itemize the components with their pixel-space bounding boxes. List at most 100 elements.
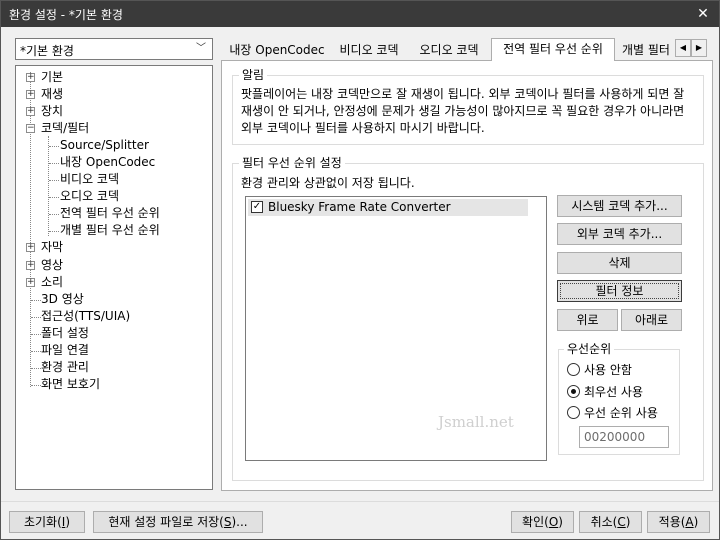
- ok-label-end: ): [558, 515, 563, 529]
- tree-item-subtitle[interactable]: 자막: [41, 239, 63, 256]
- move-up-button[interactable]: 위로: [557, 309, 618, 331]
- collapse-icon[interactable]: −: [26, 124, 35, 133]
- tree-item-profile-management[interactable]: 환경 관리: [41, 359, 89, 376]
- save-current-settings-button[interactable]: 현재 설정 파일로 저장(S)...: [93, 511, 263, 533]
- tree-line: [48, 136, 49, 236]
- tree-item-3d-video[interactable]: 3D 영상: [41, 291, 84, 308]
- cancel-label: 취소(: [590, 515, 618, 529]
- tree-line: [49, 197, 59, 198]
- chevron-right-icon[interactable]: ▶: [691, 39, 707, 57]
- tree-line: [31, 368, 41, 369]
- priority-group: 우선순위 사용 안함 최우선 사용 우선 순위 사용 00200000: [558, 342, 680, 455]
- profile-dropdown-value: *기본 환경: [20, 44, 74, 58]
- reset-label-end: ): [65, 515, 71, 529]
- tree-item-folder-settings[interactable]: 폴더 설정: [41, 325, 89, 342]
- tree-line: [31, 300, 41, 301]
- window-title: 환경 설정 - *기본 환경: [9, 8, 123, 22]
- tree-item-sound[interactable]: 소리: [41, 274, 63, 291]
- bottom-bar: 초기화(I) 현재 설정 파일로 저장(S)... 확인(O) 취소(C) 적용…: [1, 501, 719, 539]
- ok-label: 확인(: [522, 515, 549, 529]
- apply-button[interactable]: 적용(A): [647, 511, 710, 533]
- tree-item-audio-codec[interactable]: 오디오 코덱: [60, 188, 119, 205]
- list-item[interactable]: ✓ Bluesky Frame Rate Converter: [248, 199, 528, 216]
- reset-button[interactable]: 초기화(I): [9, 511, 85, 533]
- tree-line: [30, 72, 31, 387]
- radio-button-selected[interactable]: [567, 385, 580, 398]
- expand-icon[interactable]: +: [26, 278, 35, 287]
- notice-title: 알림: [239, 68, 268, 82]
- priority-option-label: 사용 안함: [584, 363, 632, 377]
- title-bar[interactable]: 환경 설정 - *기본 환경 ✕: [1, 1, 719, 27]
- tab-audio-codec[interactable]: 오디오 코덱: [411, 40, 487, 60]
- tree-line: [49, 231, 59, 232]
- close-icon[interactable]: ✕: [693, 4, 713, 24]
- apply-hotkey: A: [685, 515, 694, 529]
- tab-global-filter-priority[interactable]: 전역 필터 우선 순위: [491, 38, 615, 61]
- expand-icon[interactable]: +: [26, 90, 35, 99]
- filter-priority-title: 필터 우선 순위 설정: [239, 156, 345, 170]
- tab-bar: 내장 OpenCodec 비디오 코덱 오디오 코덱 전역 필터 우선 순위 개…: [223, 38, 711, 61]
- tab-individual-filter[interactable]: 개별 필터: [617, 40, 675, 60]
- tree-item-builtin-opencodec[interactable]: 내장 OpenCodec: [60, 154, 155, 171]
- priority-option-label: 우선 순위 사용: [584, 406, 658, 420]
- expand-icon[interactable]: +: [26, 73, 35, 82]
- filter-priority-note: 환경 관리와 상관없이 저장 됩니다.: [241, 176, 415, 190]
- delete-button[interactable]: 삭제: [557, 252, 682, 274]
- move-down-button[interactable]: 아래로: [621, 309, 682, 331]
- radio-button[interactable]: [567, 406, 580, 419]
- expand-icon[interactable]: +: [26, 243, 35, 252]
- tab-builtin-opencodec[interactable]: 내장 OpenCodec: [227, 40, 327, 60]
- tree-line: [31, 351, 41, 352]
- tree-item-global-filter-priority[interactable]: 전역 필터 우선 순위: [60, 205, 160, 222]
- tree-line: [31, 385, 41, 386]
- save-as-label: 현재 설정 파일로 저장(: [108, 515, 224, 529]
- expand-icon[interactable]: +: [26, 107, 35, 116]
- add-system-codec-button[interactable]: 시스템 코덱 추가...: [557, 195, 682, 217]
- filter-name: Bluesky Frame Rate Converter: [268, 200, 451, 214]
- reset-label: 초기화(: [23, 515, 62, 529]
- tree-item-codec-filter[interactable]: 코덱/필터: [41, 120, 89, 137]
- filter-enabled-checkbox[interactable]: ✓: [251, 201, 263, 213]
- apply-label-end: ): [693, 515, 699, 529]
- tree-line: [49, 180, 59, 181]
- save-as-hotkey: S: [223, 515, 232, 529]
- cancel-hotkey: C: [617, 515, 626, 529]
- tree-item-individual-filter-priority[interactable]: 개별 필터 우선 순위: [60, 222, 160, 239]
- tree-item-video-codec[interactable]: 비디오 코덱: [60, 171, 119, 188]
- expand-icon[interactable]: +: [26, 261, 35, 270]
- priority-value-input[interactable]: 00200000: [579, 426, 669, 448]
- tree-line: [49, 146, 59, 147]
- ok-hotkey: O: [548, 515, 559, 529]
- notice-text: 팟플레이어는 내장 코덱만으로 잘 재생이 됩니다. 외부 코덱이나 필터를 사…: [241, 87, 685, 135]
- tree-item-file-association[interactable]: 파일 연결: [41, 342, 89, 359]
- chevron-down-icon[interactable]: ﹀: [194, 41, 208, 57]
- radio-button[interactable]: [567, 363, 580, 376]
- tab-video-codec[interactable]: 비디오 코덱: [331, 40, 407, 60]
- save-as-label-end: )...: [231, 515, 248, 529]
- add-external-codec-button[interactable]: 외부 코덱 추가...: [557, 223, 682, 245]
- watermark: Jsmall.net: [438, 413, 514, 431]
- cancel-label-end: ): [625, 515, 631, 529]
- settings-window: 환경 설정 - *기본 환경 ✕ *기본 환경 ﹀ + 기본 + 재생 + 장치…: [0, 0, 720, 540]
- chevron-left-icon[interactable]: ◀: [675, 39, 691, 57]
- ok-button[interactable]: 확인(O): [511, 511, 574, 533]
- tree-item-basic[interactable]: 기본: [41, 69, 63, 86]
- priority-title: 우선순위: [564, 342, 615, 356]
- tree-line: [31, 317, 41, 318]
- tree-item-screensaver[interactable]: 화면 보호기: [41, 376, 100, 393]
- cancel-button[interactable]: 취소(C): [579, 511, 642, 533]
- notice-group: 알림 팟플레이어는 내장 코덱만으로 잘 재생이 됩니다. 외부 코덱이나 필터…: [232, 68, 704, 145]
- tree-item-source-splitter[interactable]: Source/Splitter: [60, 137, 149, 154]
- tree-item-accessibility[interactable]: 접근성(TTS/UIA): [41, 308, 130, 325]
- tree-line: [49, 163, 59, 164]
- tree-item-playback[interactable]: 재생: [41, 86, 63, 103]
- tree-line: [49, 214, 59, 215]
- priority-option-label: 최우선 사용: [584, 385, 644, 399]
- tree-item-video[interactable]: 영상: [41, 257, 63, 274]
- profile-dropdown[interactable]: *기본 환경 ﹀: [15, 38, 213, 60]
- filter-info-button[interactable]: 필터 정보: [557, 280, 682, 302]
- apply-label: 적용(: [658, 515, 686, 529]
- settings-tree[interactable]: + 기본 + 재생 + 장치 − 코덱/필터 Source/Splitter 내…: [15, 65, 213, 490]
- tree-line: [31, 334, 41, 335]
- tree-item-device[interactable]: 장치: [41, 103, 63, 120]
